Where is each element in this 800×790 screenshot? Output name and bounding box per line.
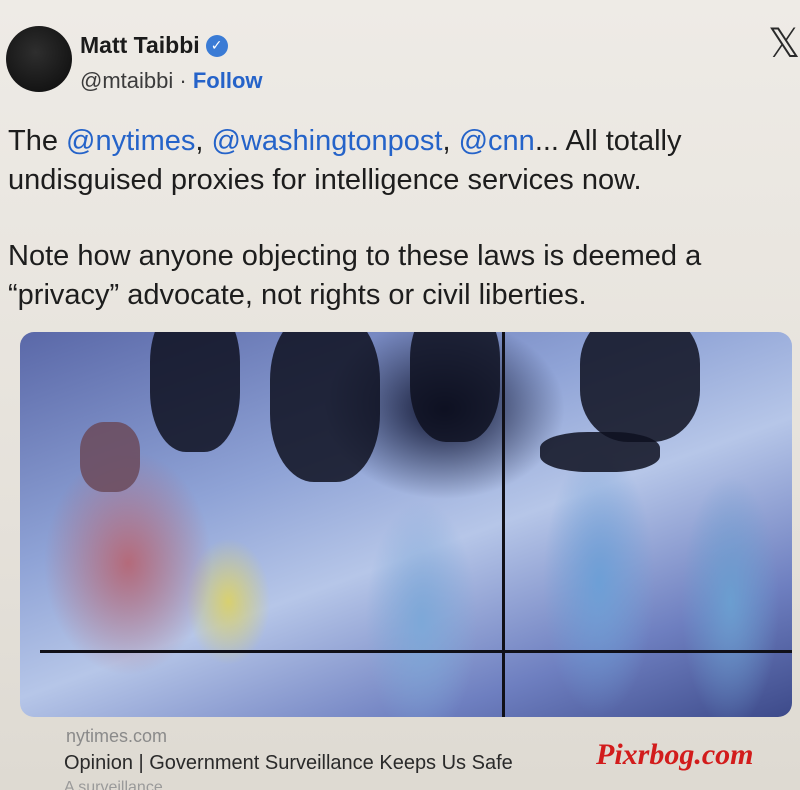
author-handle[interactable]: @mtaibbi bbox=[80, 68, 173, 93]
image-gridline bbox=[502, 332, 505, 717]
tweet-paragraph-1: The @nytimes, @washingtonpost, @cnn... A… bbox=[8, 122, 788, 200]
mention-separator: , bbox=[442, 125, 459, 157]
watermark: Pixrbog.com bbox=[596, 738, 754, 771]
link-card-image[interactable] bbox=[20, 332, 792, 717]
image-figure bbox=[580, 332, 700, 442]
image-figure bbox=[270, 332, 380, 482]
mention-separator: , bbox=[195, 125, 212, 157]
link-card-domain[interactable]: nytimes.com bbox=[66, 726, 167, 747]
follow-button[interactable]: Follow bbox=[193, 68, 263, 93]
author-name-row: Matt Taibbi ✓ bbox=[80, 32, 228, 59]
image-figure bbox=[80, 422, 140, 492]
mention-nytimes[interactable]: @nytimes bbox=[66, 125, 195, 157]
author-name[interactable]: Matt Taibbi bbox=[80, 32, 200, 59]
tweet-text: The @nytimes, @washingtonpost, @cnn... A… bbox=[8, 122, 788, 315]
verified-badge-icon: ✓ bbox=[205, 34, 228, 57]
x-logo-icon[interactable]: 𝕏 bbox=[768, 24, 800, 64]
handle-separator: · bbox=[179, 68, 187, 93]
tweet-paragraph-2: Note how anyone objecting to these laws … bbox=[8, 240, 702, 311]
image-figure bbox=[410, 332, 500, 442]
link-card-headline[interactable]: Opinion | Government Surveillance Keeps … bbox=[64, 752, 513, 775]
image-figure bbox=[150, 332, 240, 452]
image-gridline bbox=[40, 650, 792, 653]
link-card-description: A surveillance bbox=[64, 779, 163, 790]
image-figure bbox=[540, 432, 660, 472]
avatar[interactable] bbox=[6, 26, 72, 92]
mention-cnn[interactable]: @cnn bbox=[459, 125, 535, 157]
tweet-text-prefix: The bbox=[8, 125, 67, 157]
tweet-screen: Matt Taibbi ✓ @mtaibbi · Follow 𝕏 The @n… bbox=[0, 0, 800, 790]
mention-washingtonpost[interactable]: @washingtonpost bbox=[212, 125, 443, 157]
author-handle-row: @mtaibbi · Follow bbox=[80, 68, 263, 94]
